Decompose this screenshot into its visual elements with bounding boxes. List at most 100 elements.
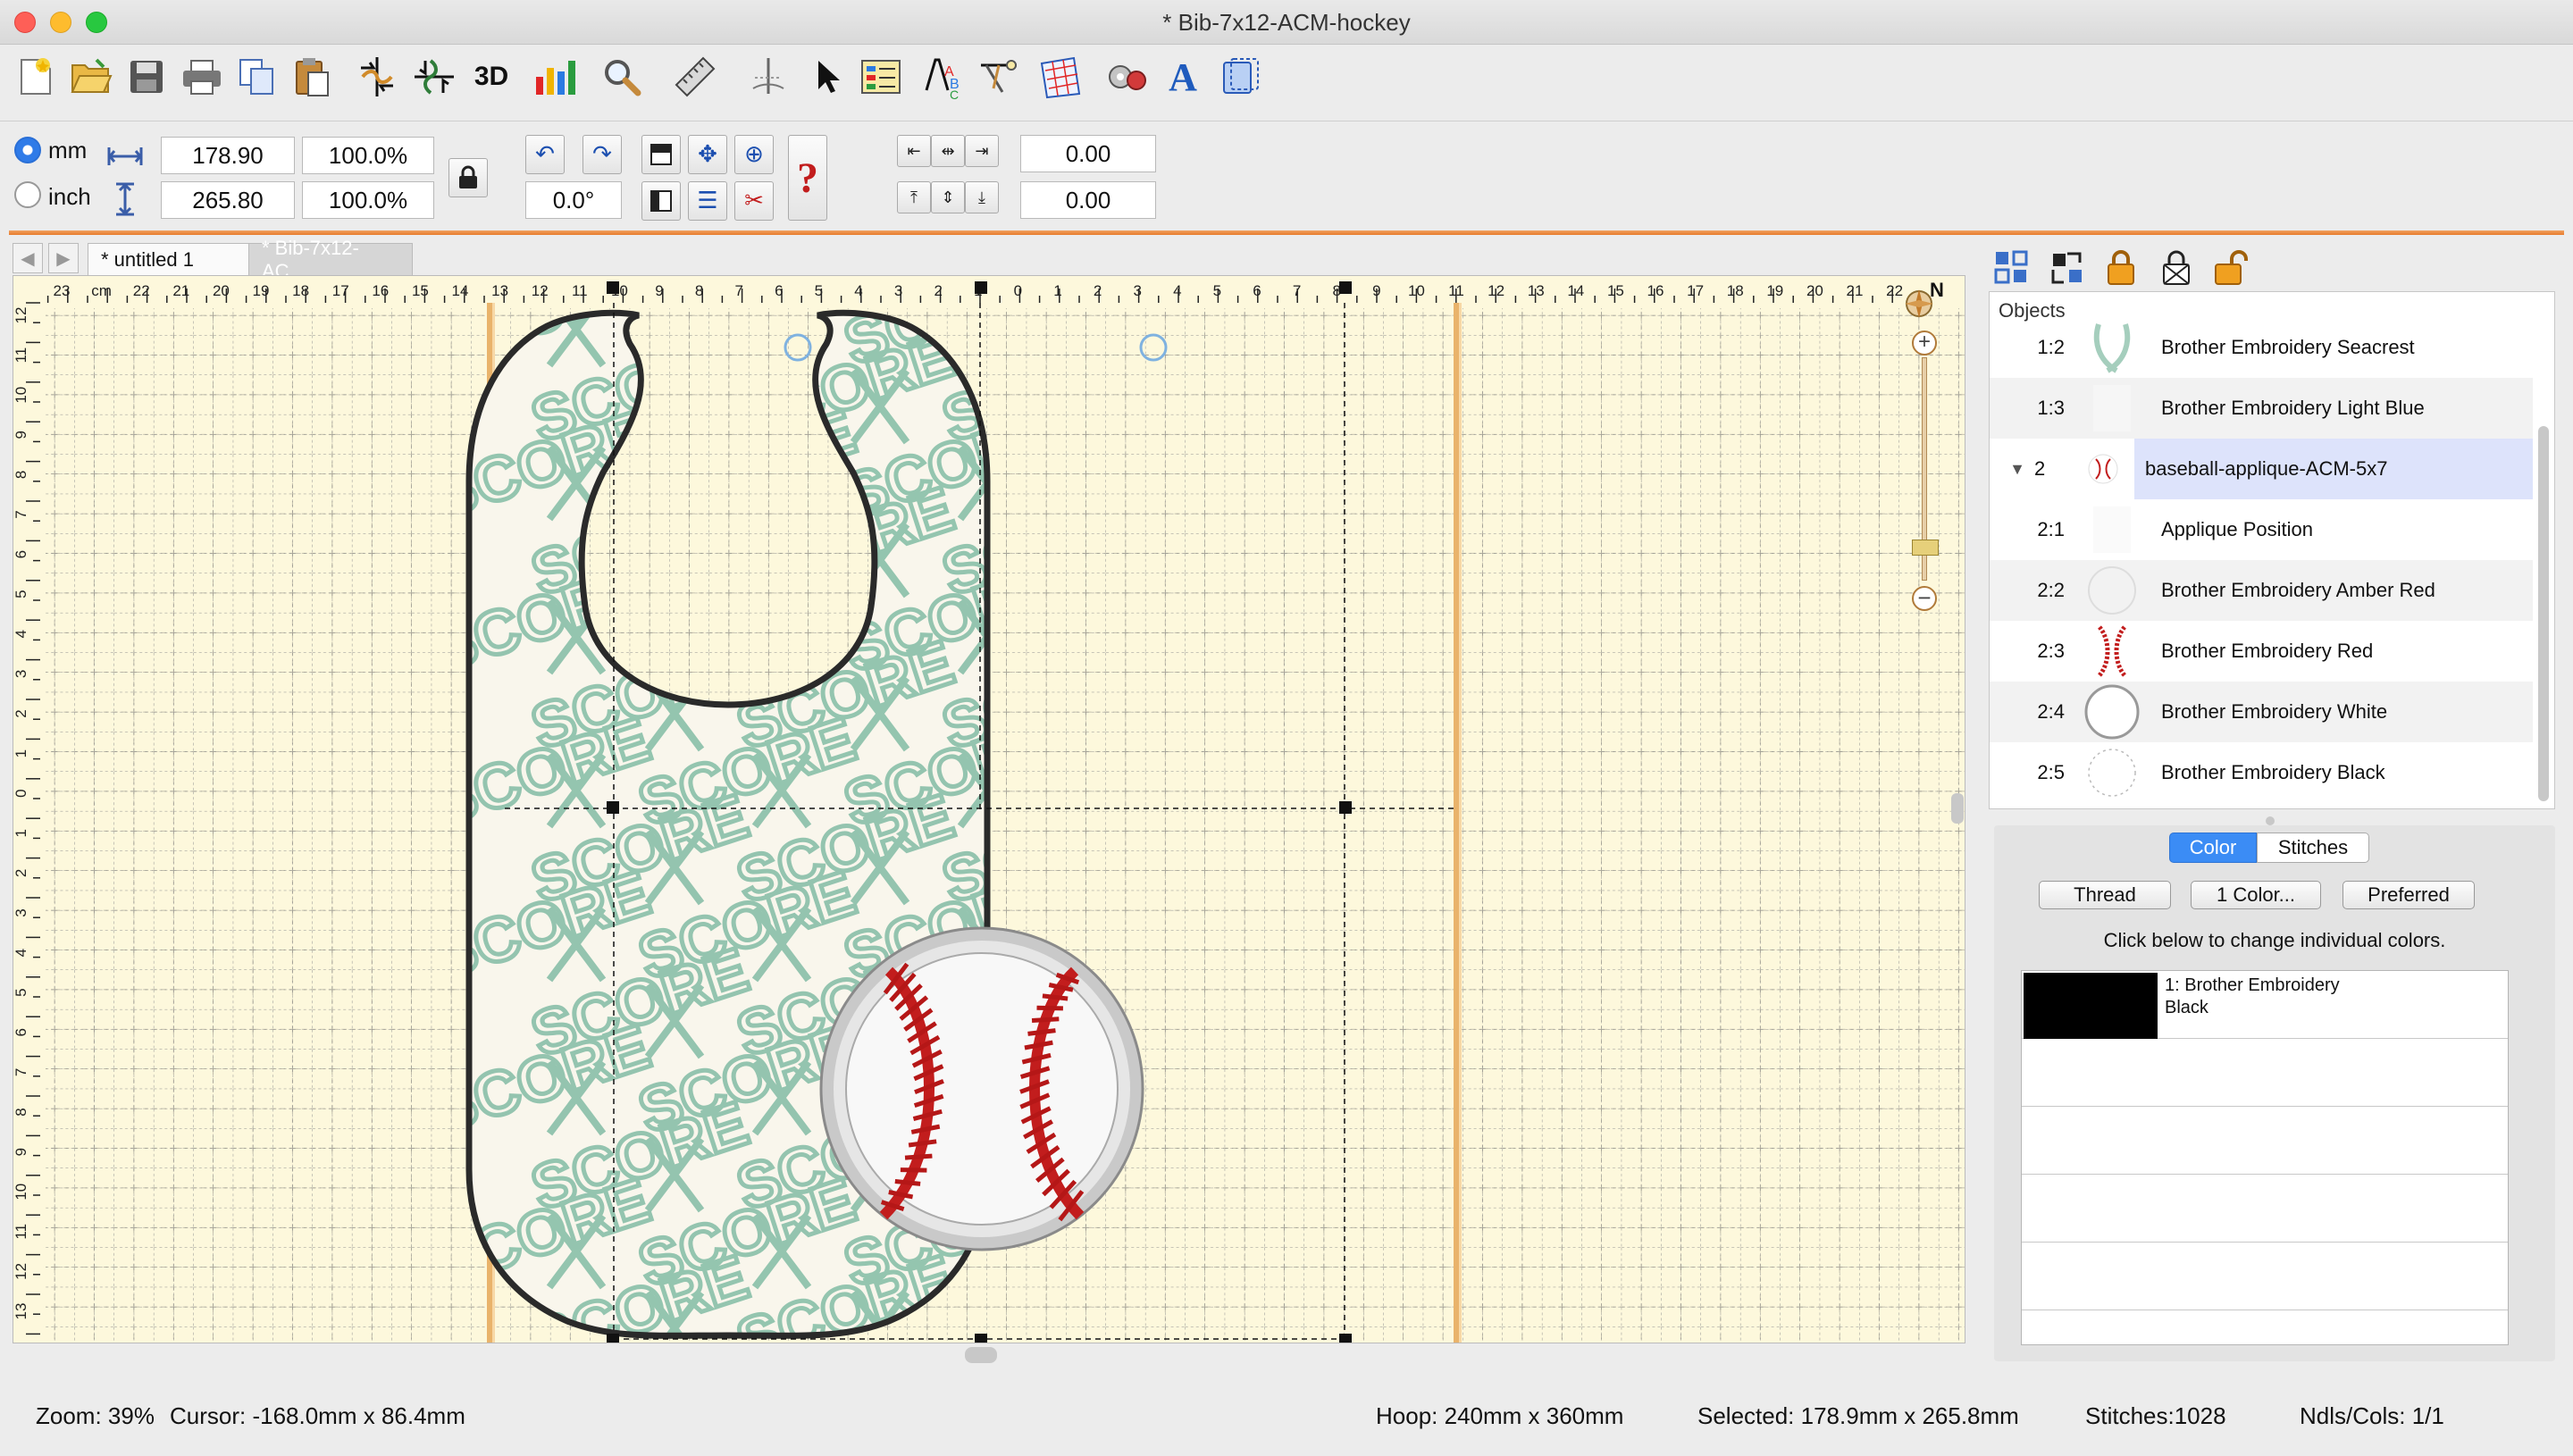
ruler-label: 16 bbox=[372, 282, 389, 299]
fill-pattern-icon[interactable] bbox=[1036, 54, 1083, 100]
object-name: Brother Embroidery Black bbox=[2161, 761, 2385, 783]
stitch-order-button[interactable]: ☰ bbox=[688, 181, 727, 221]
tab-stitches[interactable]: Stitches bbox=[2257, 833, 2369, 863]
x-offset-field[interactable]: 0.00 bbox=[1020, 135, 1156, 172]
baseball-applique[interactable] bbox=[819, 926, 1144, 1251]
design-canvas[interactable]: 23cm222120191817161514131211109876543210… bbox=[13, 275, 1965, 1343]
3d-view-icon[interactable]: 3D bbox=[468, 54, 515, 100]
hoop-icon[interactable] bbox=[1217, 54, 1263, 100]
stitch-chart-icon[interactable] bbox=[534, 54, 581, 100]
objects-scrollbar[interactable] bbox=[2538, 426, 2549, 801]
ruler-icon[interactable] bbox=[672, 54, 718, 100]
object-row-selected[interactable]: ▼ 2 baseball-applique-ACM-5x7 bbox=[1990, 439, 2533, 499]
group-icon[interactable] bbox=[1991, 247, 2033, 289]
paste-icon[interactable] bbox=[289, 54, 336, 100]
ruler-label: 10 bbox=[1408, 282, 1425, 299]
pointer-icon[interactable] bbox=[804, 54, 851, 100]
width-percent-field[interactable]: 100.0% bbox=[302, 137, 434, 174]
preferred-button[interactable]: Preferred bbox=[2343, 881, 2475, 909]
ruler-label: 15 bbox=[412, 282, 429, 299]
object-row[interactable]: 2:5 Brother Embroidery Black bbox=[1990, 742, 2533, 803]
align-right-edge-button[interactable]: ⇥ bbox=[965, 135, 999, 167]
object-id: 1:2 bbox=[2037, 336, 2065, 358]
center-hoop-button[interactable]: ⊕ bbox=[734, 135, 774, 174]
rotate-right-button[interactable]: ↷ bbox=[582, 135, 622, 174]
unit-mm-radio[interactable] bbox=[14, 137, 41, 163]
applique-icon[interactable] bbox=[976, 54, 1022, 100]
mirror-horizontal-icon[interactable] bbox=[354, 54, 400, 100]
horizontal-scroll-thumb[interactable] bbox=[965, 1347, 997, 1363]
ruler-label: 5 bbox=[815, 282, 823, 299]
panel-splitter[interactable] bbox=[1951, 793, 1964, 824]
lock-crossed-icon[interactable] bbox=[2155, 247, 2198, 289]
unit-inch-radio[interactable] bbox=[14, 181, 41, 208]
zoom-out-icon[interactable]: − bbox=[1912, 586, 1937, 611]
width-field[interactable]: 178.90 bbox=[161, 137, 295, 174]
print-icon[interactable] bbox=[179, 54, 225, 100]
align-v-center-button[interactable]: ⇕ bbox=[931, 181, 965, 213]
unlock-icon[interactable] bbox=[2208, 247, 2251, 289]
object-row[interactable]: 2:4 Brother Embroidery White bbox=[1990, 682, 2533, 742]
tab-back-arrow[interactable]: ◀ bbox=[13, 243, 43, 273]
tab-bib-document[interactable]: * Bib-7x12-AC... bbox=[248, 237, 413, 282]
color-row-empty bbox=[2022, 1243, 2508, 1310]
color-row-empty bbox=[2022, 1039, 2508, 1107]
one-color-button[interactable]: 1 Color... bbox=[2191, 881, 2321, 909]
needle-icon[interactable] bbox=[745, 54, 792, 100]
ruler-label: 5 bbox=[13, 988, 29, 996]
lock-icon[interactable] bbox=[2099, 247, 2142, 289]
align-top-edge-button[interactable]: ⤒ bbox=[897, 181, 931, 213]
height-percent-field[interactable]: 100.0% bbox=[302, 181, 434, 219]
save-icon[interactable] bbox=[123, 54, 170, 100]
zoom-slider-thumb[interactable] bbox=[1912, 540, 1939, 556]
object-row[interactable]: 1:2 Brother Embroidery Seacrest bbox=[1990, 317, 2533, 378]
y-offset-field[interactable]: 0.00 bbox=[1020, 181, 1156, 219]
lettering-icon[interactable]: ABC bbox=[920, 54, 967, 100]
copy-icon[interactable] bbox=[234, 54, 281, 100]
align-left-button[interactable] bbox=[641, 181, 681, 221]
object-row[interactable]: 2:3 Brother Embroidery Red bbox=[1990, 621, 2533, 682]
ruler-label: 4 bbox=[13, 949, 29, 957]
aspect-lock-button[interactable] bbox=[448, 158, 488, 197]
applique-thumb bbox=[2083, 502, 2141, 557]
object-row[interactable]: 1:3 Brother Embroidery Light Blue bbox=[1990, 378, 2533, 439]
thread-settings-icon[interactable] bbox=[1104, 54, 1151, 100]
expander-icon[interactable]: ▼ bbox=[1990, 460, 2025, 479]
ruler-label: 3 bbox=[894, 282, 902, 299]
rotation-field[interactable]: 0.0° bbox=[525, 181, 622, 219]
status-needles: Ndls/Cols: 1/1 bbox=[2300, 1402, 2444, 1429]
color-swatch[interactable] bbox=[2024, 973, 2158, 1039]
object-row[interactable]: 2:2 Brother Embroidery Amber Red bbox=[1990, 560, 2533, 621]
align-h-center-button[interactable]: ⇹ bbox=[931, 135, 965, 167]
tab-forward-arrow[interactable]: ▶ bbox=[48, 243, 79, 273]
magnifier-icon[interactable] bbox=[599, 54, 645, 100]
tab-untitled-1[interactable]: * untitled 1 bbox=[88, 243, 259, 275]
object-row[interactable]: 2:1 Applique Position bbox=[1990, 499, 2533, 560]
new-file-icon[interactable] bbox=[13, 54, 59, 100]
color-row[interactable]: 1: Brother Embroidery Black bbox=[2022, 971, 2508, 1039]
zoom-in-icon[interactable]: + bbox=[1912, 331, 1937, 356]
mirror-vertical-icon[interactable] bbox=[411, 54, 457, 100]
tab-color[interactable]: Color bbox=[2169, 833, 2257, 863]
panel-divider-grip[interactable] bbox=[2266, 816, 2275, 825]
object-properties-icon[interactable] bbox=[858, 54, 904, 100]
ruler-label: 18 bbox=[292, 282, 309, 299]
align-top-button[interactable] bbox=[641, 135, 681, 174]
text-tool-icon[interactable]: A bbox=[1160, 54, 1206, 100]
height-field[interactable]: 265.80 bbox=[161, 181, 295, 219]
align-left-edge-button[interactable]: ⇤ bbox=[897, 135, 931, 167]
ungroup-icon[interactable] bbox=[2046, 247, 2089, 289]
rotate-left-button[interactable]: ↶ bbox=[525, 135, 565, 174]
compass-icon[interactable]: N bbox=[1901, 279, 1944, 323]
ruler-label: 6 bbox=[13, 550, 29, 558]
cut-button[interactable]: ✂ bbox=[734, 181, 774, 221]
thread-button[interactable]: Thread bbox=[2039, 881, 2171, 909]
align-bottom-edge-button[interactable]: ⤓ bbox=[965, 181, 999, 213]
ruler-label: 8 bbox=[695, 282, 703, 299]
ruler-label: 12 bbox=[1488, 282, 1504, 299]
color-name: 1: Brother Embroidery Black bbox=[2165, 975, 2433, 1019]
ruler-label: 7 bbox=[1293, 282, 1301, 299]
help-button[interactable]: ? bbox=[788, 135, 827, 221]
center-object-button[interactable]: ✥ bbox=[688, 135, 727, 174]
open-folder-icon[interactable] bbox=[68, 54, 114, 100]
